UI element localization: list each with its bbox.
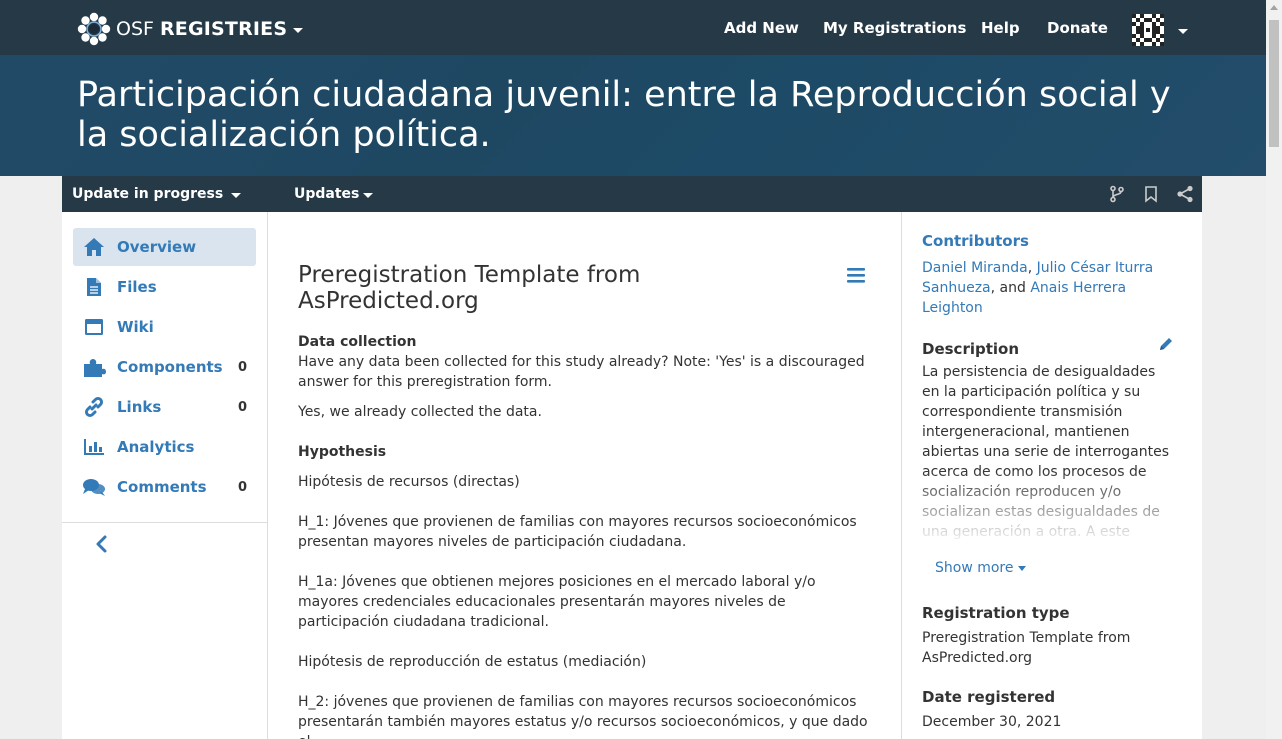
comments-count: 0	[237, 479, 247, 495]
home-icon	[82, 236, 106, 258]
registration-toolbar: Update in progress Updates	[62, 176, 1202, 212]
description-fade	[922, 470, 1174, 550]
chevron-down-icon	[363, 192, 374, 198]
scrollbar-thumb[interactable]	[1269, 20, 1279, 147]
fork-icon[interactable]	[1108, 185, 1126, 203]
share-icon[interactable]	[1176, 185, 1194, 203]
nav-add-new[interactable]: Add New	[724, 19, 799, 37]
left-nav-label: Overview	[117, 238, 197, 256]
comments-icon	[82, 476, 106, 498]
registration-header: Participación ciudadana juvenil: entre l…	[0, 55, 1266, 176]
left-nav-divider	[62, 522, 267, 523]
data-collection-title: Data collection	[298, 334, 417, 350]
left-nav-label: Files	[117, 278, 157, 296]
contributor-link[interactable]: Daniel Miranda	[922, 260, 1028, 276]
update-status-label: Update in progress	[72, 186, 224, 202]
left-nav-analytics[interactable]: Analytics	[73, 428, 256, 466]
show-more-button[interactable]: Show more	[935, 560, 1026, 576]
bookmark-icon[interactable]	[1142, 185, 1160, 203]
puzzle-icon	[82, 356, 106, 378]
left-nav-overview[interactable]: Overview	[73, 228, 256, 266]
left-nav-label: Links	[117, 398, 162, 416]
nav-donate[interactable]: Donate	[1047, 19, 1108, 37]
contributors-list: Daniel Miranda, Julio César Iturra Sanhu…	[922, 258, 1174, 318]
hypothesis-paragraph: H_1a: Jóvenes que obtienen mejores posic…	[298, 574, 816, 630]
update-status-dropdown[interactable]: Update in progress	[72, 186, 242, 202]
description-title: Description	[922, 340, 1020, 358]
page-title: Participación ciudadana juvenil: entre l…	[77, 75, 1171, 155]
user-menu-chevron-icon[interactable]	[1178, 29, 1188, 34]
top-navbar: OSF REGISTRIES Add New My Registrations …	[0, 0, 1266, 55]
nav-help[interactable]: Help	[981, 19, 1020, 37]
contributors-title: Contributors	[922, 232, 1029, 250]
avatar[interactable]	[1132, 14, 1164, 46]
left-nav-label: Analytics	[117, 438, 195, 456]
registration-main-content: Preregistration Template from AsPredicte…	[268, 212, 902, 739]
hypothesis-title: Hypothesis	[298, 444, 387, 460]
hypothesis-paragraph: H_2: jóvenes que provienen de familias c…	[298, 694, 868, 739]
left-nav-links[interactable]: Links 0	[73, 388, 256, 426]
content-panel: Overview Files Wiki Components 0 Links 0…	[62, 212, 1202, 739]
osf-logo-icon	[77, 12, 111, 46]
left-nav-label: Wiki	[117, 318, 154, 336]
link-icon	[82, 396, 106, 418]
left-nav-files[interactable]: Files	[73, 268, 256, 306]
description-box: La persistencia de desigualdades en la p…	[922, 362, 1174, 550]
left-nav-comments[interactable]: Comments 0	[73, 468, 256, 506]
scroll-up-arrow-icon[interactable]	[1270, 5, 1278, 10]
registration-sidebar: Contributors Daniel Miranda, Julio César…	[903, 212, 1202, 739]
wiki-icon	[82, 316, 106, 338]
left-nav-label: Comments	[117, 478, 207, 496]
contributor-separator: ,	[1027, 260, 1033, 276]
date-registered-value: December 30, 2021	[922, 714, 1062, 730]
chevron-down-icon	[1017, 565, 1026, 571]
date-registered-title: Date registered	[922, 688, 1056, 706]
left-nav-wiki[interactable]: Wiki	[73, 308, 256, 346]
data-collection-answer: Yes, we already collected the data.	[298, 404, 542, 420]
brand-registries-text: REGISTRIES	[159, 18, 288, 40]
edit-pencil-icon[interactable]	[1158, 336, 1174, 352]
schema-title: Preregistration Template from AsPredicte…	[298, 262, 641, 314]
left-nav-label: Components	[117, 358, 223, 376]
components-count: 0	[237, 359, 247, 375]
hypothesis-paragraph: H_1: Jóvenes que provienen de familias c…	[298, 514, 857, 550]
osf-registries-brand[interactable]: OSF REGISTRIES	[77, 12, 304, 46]
left-nav-components[interactable]: Components 0	[73, 348, 256, 386]
left-navigation: Overview Files Wiki Components 0 Links 0…	[62, 212, 268, 739]
page-scrollbar[interactable]	[1266, 0, 1282, 739]
links-count: 0	[237, 399, 247, 415]
updates-label: Updates	[294, 186, 360, 202]
hypothesis-paragraph: Hipótesis de recursos (directas)	[298, 474, 520, 490]
show-more-label: Show more	[935, 560, 1014, 576]
contributor-separator: , and	[990, 280, 1026, 296]
chevron-down-icon	[293, 27, 304, 33]
chevron-down-icon	[231, 192, 242, 198]
registration-type-title: Registration type	[922, 604, 1070, 622]
file-icon	[82, 276, 106, 298]
registration-type-value: Preregistration Template from AsPredicte…	[922, 630, 1131, 666]
hypothesis-paragraph: Hipótesis de reproducción de estatus (me…	[298, 654, 647, 670]
updates-dropdown[interactable]: Updates	[294, 186, 374, 202]
collapse-chevron-left-icon[interactable]	[92, 532, 112, 556]
nav-my-registrations[interactable]: My Registrations	[823, 19, 966, 37]
brand-osf-text: OSF	[116, 18, 154, 40]
bar-chart-icon	[82, 436, 106, 458]
data-collection-question: Have any data been collected for this st…	[298, 354, 865, 390]
